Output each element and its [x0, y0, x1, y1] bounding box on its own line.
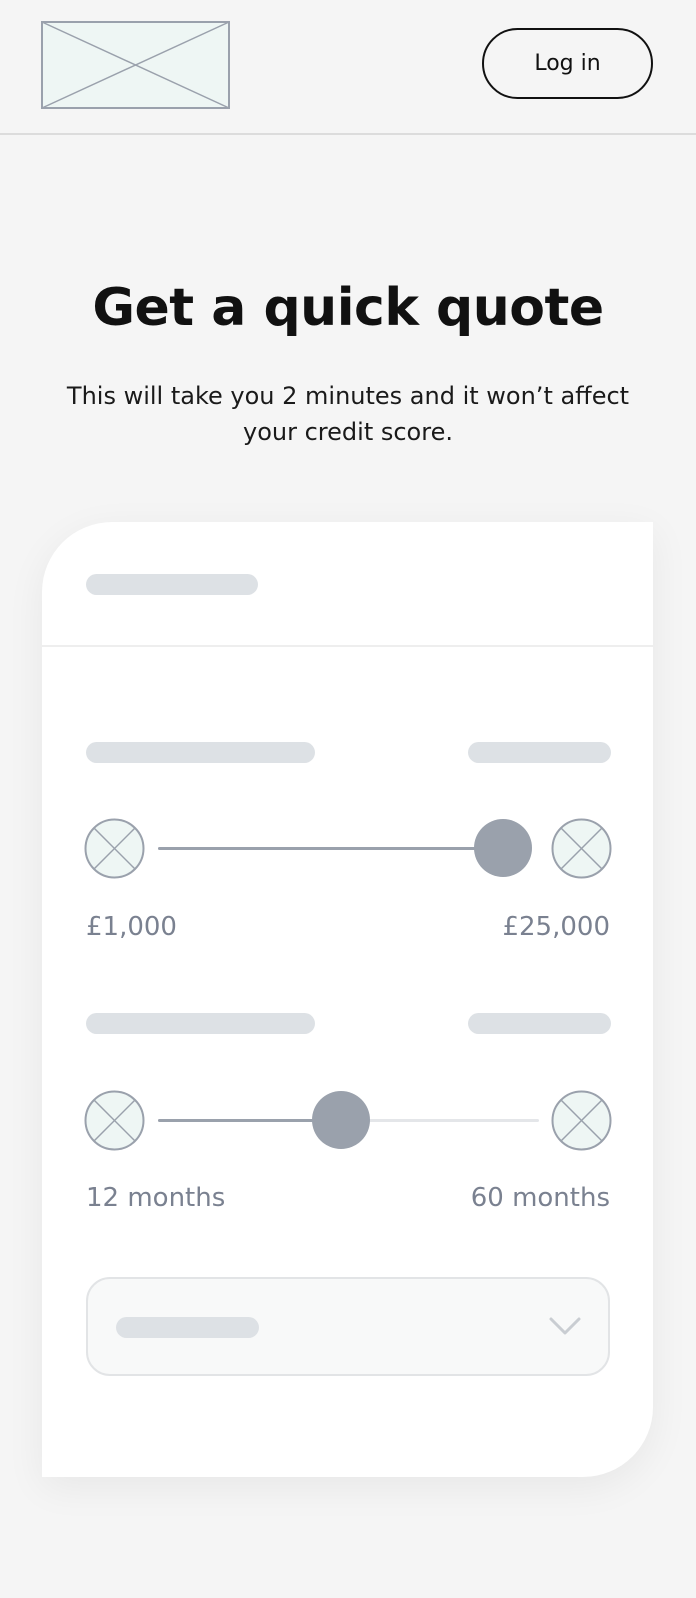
amount-max-label: £25,000 [502, 912, 610, 942]
amount-slider-track[interactable] [158, 847, 512, 850]
quote-page: Log in Get a quick quote This will take … [0, 0, 696, 1598]
amount-slider-fill [158, 847, 503, 850]
card-title-skeleton [86, 574, 258, 595]
page-subtitle: This will take you 2 minutes and it won’… [66, 382, 630, 446]
term-slider-thumb[interactable] [312, 1091, 370, 1149]
term-decrease-icon[interactable] [84, 1090, 145, 1151]
term-value-skeleton [468, 1013, 611, 1034]
page-title: Get a quick quote [92, 278, 604, 338]
amount-value-skeleton [468, 742, 611, 763]
header: Log in [0, 0, 696, 135]
term-max-label: 60 months [470, 1183, 610, 1213]
quote-card: £1,000 £25,000 12 months 60 months [42, 522, 653, 1477]
logo-placeholder-icon[interactable] [41, 21, 230, 109]
card-header [42, 522, 653, 647]
select-value-skeleton [116, 1317, 259, 1338]
term-increase-icon[interactable] [551, 1090, 612, 1151]
amount-decrease-icon[interactable] [84, 818, 145, 879]
term-label-skeleton [86, 1013, 315, 1034]
chevron-down-icon [548, 1315, 582, 1337]
amount-label-skeleton [86, 742, 315, 763]
purpose-select[interactable] [86, 1277, 610, 1376]
amount-min-label: £1,000 [86, 912, 177, 942]
term-min-label: 12 months [86, 1183, 226, 1213]
amount-slider-thumb[interactable] [474, 819, 532, 877]
amount-increase-icon[interactable] [551, 818, 612, 879]
login-button[interactable]: Log in [482, 28, 653, 99]
